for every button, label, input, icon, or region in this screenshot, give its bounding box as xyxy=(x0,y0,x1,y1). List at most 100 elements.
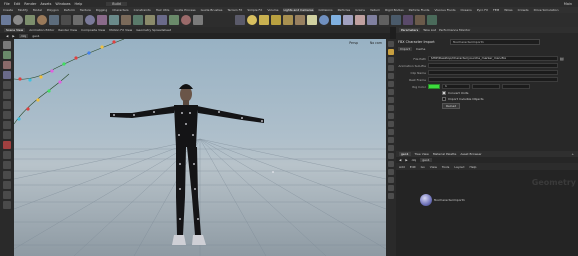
menu-go[interactable]: Go xyxy=(421,165,425,169)
fog-icon[interactable] xyxy=(388,177,394,183)
switcher-tool-icon[interactable] xyxy=(415,15,425,25)
back-arrow-icon[interactable]: ◀ xyxy=(399,158,401,162)
flipbook-icon[interactable] xyxy=(388,137,394,143)
gi-light-tool-icon[interactable] xyxy=(343,15,353,25)
torus-tool-icon[interactable] xyxy=(37,15,47,25)
point-light-tool-icon[interactable] xyxy=(247,15,257,25)
volume-light-tool-icon[interactable] xyxy=(295,15,305,25)
brush-tool-icon[interactable] xyxy=(3,121,11,129)
grid-toggle-icon[interactable] xyxy=(388,97,394,103)
path-node[interactable]: geo1 xyxy=(32,34,40,38)
rig-color-field[interactable]: 1 xyxy=(442,84,470,89)
forward-arrow-icon[interactable]: ▶ xyxy=(405,158,407,162)
menu-windows[interactable]: Windows xyxy=(55,2,70,6)
bones-icon[interactable] xyxy=(388,89,394,95)
environment-light-tool-icon[interactable] xyxy=(319,15,329,25)
tab-import[interactable]: Import xyxy=(398,47,412,51)
shelf-tab[interactable]: Deform xyxy=(63,8,76,12)
hide-tool-icon[interactable] xyxy=(3,191,11,199)
snapshot-icon[interactable] xyxy=(388,129,394,135)
isolate-tool-icon[interactable] xyxy=(3,161,11,169)
lighting-icon[interactable] xyxy=(388,49,394,55)
paint-tool-icon[interactable] xyxy=(3,111,11,119)
rig-color-field-b[interactable] xyxy=(502,84,530,89)
font-tool-icon[interactable] xyxy=(145,15,155,25)
safe-area-icon[interactable] xyxy=(388,153,394,159)
menu-render[interactable]: Render xyxy=(24,2,36,6)
draw-curve-tool-icon[interactable] xyxy=(109,15,119,25)
menu-view[interactable]: View xyxy=(430,165,437,169)
shelf-tab[interactable]: Particles xyxy=(337,8,352,12)
null-tool-icon[interactable] xyxy=(61,15,71,25)
portal-light-tool-icon[interactable] xyxy=(367,15,377,25)
shelf-tab[interactable]: Collisions xyxy=(317,8,333,12)
camera-icon[interactable] xyxy=(388,145,394,151)
tab-motion-fx-view[interactable]: Motion FX View xyxy=(109,28,132,32)
points-icon[interactable] xyxy=(388,73,394,79)
shelf-tab[interactable]: Polygon xyxy=(46,8,60,12)
tube-tool-icon[interactable] xyxy=(25,15,35,25)
forward-arrow-icon[interactable]: ▶ xyxy=(12,34,14,38)
tab-take-list[interactable]: Take List xyxy=(423,28,436,32)
network-path-obj[interactable]: obj xyxy=(412,158,417,162)
back-arrow-icon[interactable]: ◀ xyxy=(6,34,8,38)
ambient-light-tool-icon[interactable] xyxy=(379,15,389,25)
network-editor[interactable]: Geometry fbxcharacterimport1 xyxy=(396,170,578,256)
sphere-tool-icon[interactable] xyxy=(13,15,23,25)
view-perspective-label[interactable]: Persp xyxy=(349,41,358,45)
network-path-node[interactable]: geo1 xyxy=(420,158,432,162)
sky-light-tool-icon[interactable] xyxy=(331,15,341,25)
snap-tool-icon[interactable] xyxy=(3,131,11,139)
normals-icon[interactable] xyxy=(388,81,394,87)
pivot-tool-icon[interactable] xyxy=(3,171,11,179)
menu-assets[interactable]: Assets xyxy=(40,2,51,6)
depth-icon[interactable] xyxy=(388,185,394,191)
scale-tool-icon[interactable] xyxy=(3,71,11,79)
caustic-light-tool-icon[interactable] xyxy=(355,15,365,25)
stereo-icon[interactable] xyxy=(388,193,394,199)
box-tool-icon[interactable] xyxy=(1,15,11,25)
shelf-tab[interactable]: Create xyxy=(2,8,14,12)
clip-name-field[interactable] xyxy=(428,70,558,75)
tab-animation-editor[interactable]: Animation Editor xyxy=(29,28,54,32)
shelf-tab[interactable]: Viscous Fluids xyxy=(433,8,456,12)
area-light-tool-icon[interactable] xyxy=(271,15,281,25)
lock-tool-icon[interactable] xyxy=(3,201,11,209)
menu-add[interactable]: Add xyxy=(399,165,405,169)
file-path-field[interactable]: $HIP/Desktop/Character/yourche_marker_ma… xyxy=(428,56,558,61)
spray-paint-tool-icon[interactable] xyxy=(133,15,143,25)
add-tab-icon[interactable]: + xyxy=(571,152,574,156)
shelf-tab[interactable]: Model xyxy=(32,8,43,12)
shelf-tab[interactable]: Volume xyxy=(266,8,279,12)
view-tool-icon[interactable] xyxy=(3,101,11,109)
import-invisible-check[interactable]: Import Invisible Objects xyxy=(442,97,484,101)
ghost-icon[interactable] xyxy=(388,113,394,119)
desktop-select[interactable]: Build xyxy=(106,1,127,6)
menu-edit[interactable]: Edit xyxy=(14,2,21,6)
node-name-field[interactable]: fbxcharacterimport1 xyxy=(450,39,540,45)
gamepad-camera-tool-icon[interactable] xyxy=(427,15,437,25)
visualizer-icon[interactable] xyxy=(388,161,394,167)
shelf-tab[interactable]: Rigid Bodies xyxy=(384,8,405,12)
shelf-tab[interactable]: Particle Fluids xyxy=(408,8,431,12)
shelf-tab[interactable]: Hair Utils xyxy=(155,8,171,12)
camera-tool-icon[interactable] xyxy=(235,15,245,25)
grid-tool-icon[interactable] xyxy=(49,15,59,25)
convert-units-checkbox[interactable] xyxy=(442,91,446,95)
menu-file[interactable]: File xyxy=(4,2,10,6)
menu-help[interactable]: Help xyxy=(470,165,477,169)
tab-parameters[interactable]: Parameters xyxy=(399,28,421,32)
shelf-tab[interactable]: Oceans xyxy=(460,8,473,12)
geometry-light-tool-icon[interactable] xyxy=(283,15,293,25)
tab-material-palette[interactable]: Material Palette xyxy=(433,152,457,156)
shelf-tab[interactable]: Rigging xyxy=(95,8,108,12)
menu-tools[interactable]: Tools xyxy=(442,165,449,169)
shading-icon[interactable] xyxy=(388,57,394,63)
vr-camera-tool-icon[interactable] xyxy=(403,15,413,25)
background-icon[interactable] xyxy=(388,105,394,111)
path-tool-icon[interactable] xyxy=(121,15,131,25)
shelf-tab[interactable]: Drive Simulation xyxy=(533,8,560,12)
shelf-tab[interactable]: Simple FX xyxy=(246,8,263,12)
template-icon[interactable] xyxy=(388,121,394,127)
shelf-tab[interactable]: Crowds xyxy=(517,8,530,12)
